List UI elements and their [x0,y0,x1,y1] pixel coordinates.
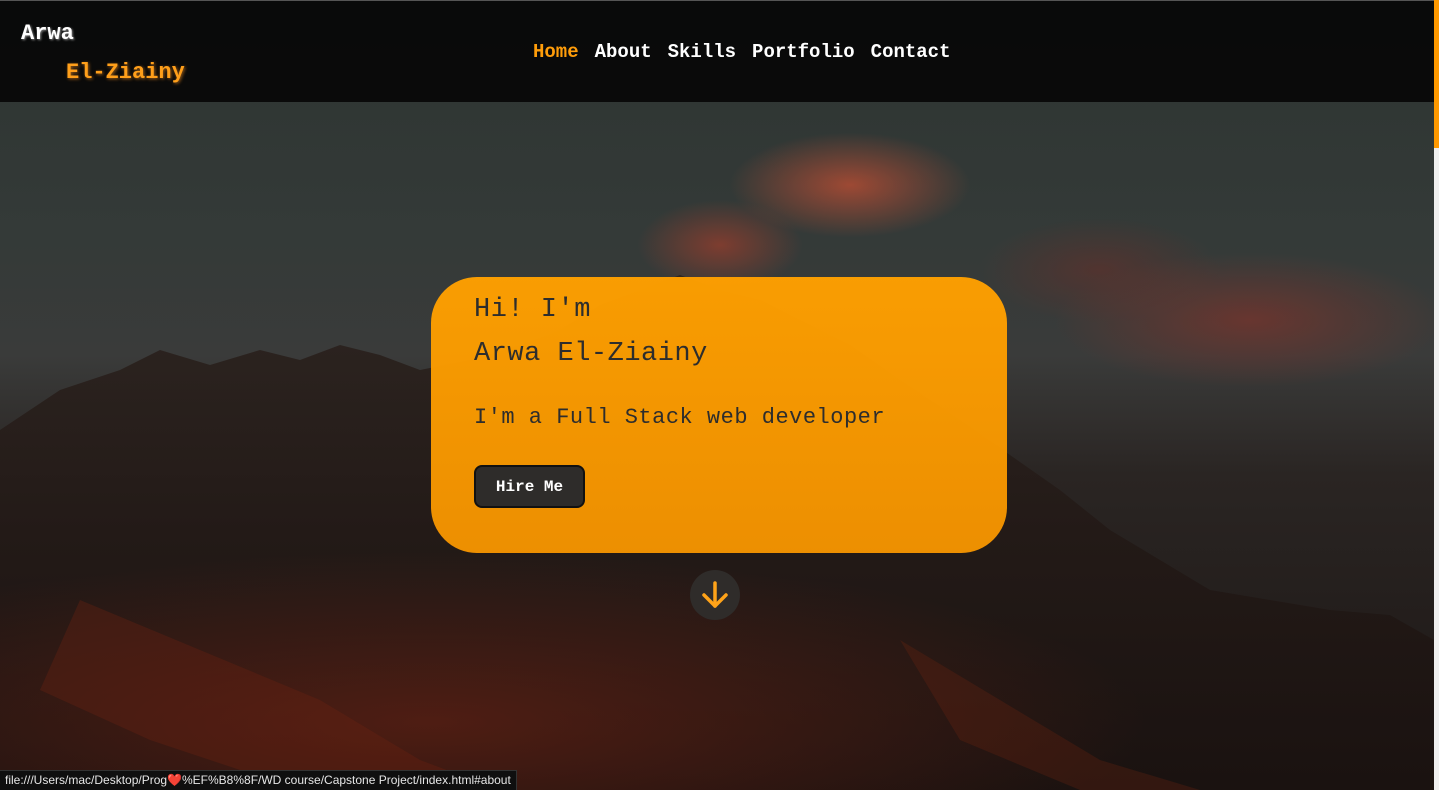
hero-greeting: Hi! I'm [474,295,591,325]
nav-menu: Home About Skills Portfolio Contact [533,41,951,63]
hero-tagline: I'm a Full Stack web developer [474,405,886,430]
nav-item-about: About [595,41,652,63]
nav-link-home[interactable]: Home [533,41,579,63]
nav-link-about[interactable]: About [595,41,652,63]
nav-link-portfolio[interactable]: Portfolio [752,41,855,63]
scroll-down-button[interactable] [690,570,740,620]
nav-item-portfolio: Portfolio [752,41,855,63]
status-bar-url: file:///Users/mac/Desktop/Prog❤️%EF%B8%8… [0,770,517,790]
navbar: Arwa El-Ziainy Home About Skills Portfol… [0,0,1434,102]
nav-link-skills[interactable]: Skills [668,41,736,63]
hero-card: Hi! I'm Arwa El-Ziainy I'm a Full Stack … [431,277,1007,553]
logo-first-name[interactable]: Arwa [21,21,74,46]
nav-item-skills: Skills [668,41,736,63]
scrollbar-thumb[interactable] [1434,0,1439,148]
nav-item-home: Home [533,41,579,63]
nav-link-contact[interactable]: Contact [871,41,951,63]
arrow-down-icon [702,581,728,608]
nav-item-contact: Contact [871,41,951,63]
hero-name: Arwa El-Ziainy [474,339,708,369]
logo-last-name[interactable]: El-Ziainy [66,60,185,85]
hire-me-button[interactable]: Hire Me [474,465,585,508]
